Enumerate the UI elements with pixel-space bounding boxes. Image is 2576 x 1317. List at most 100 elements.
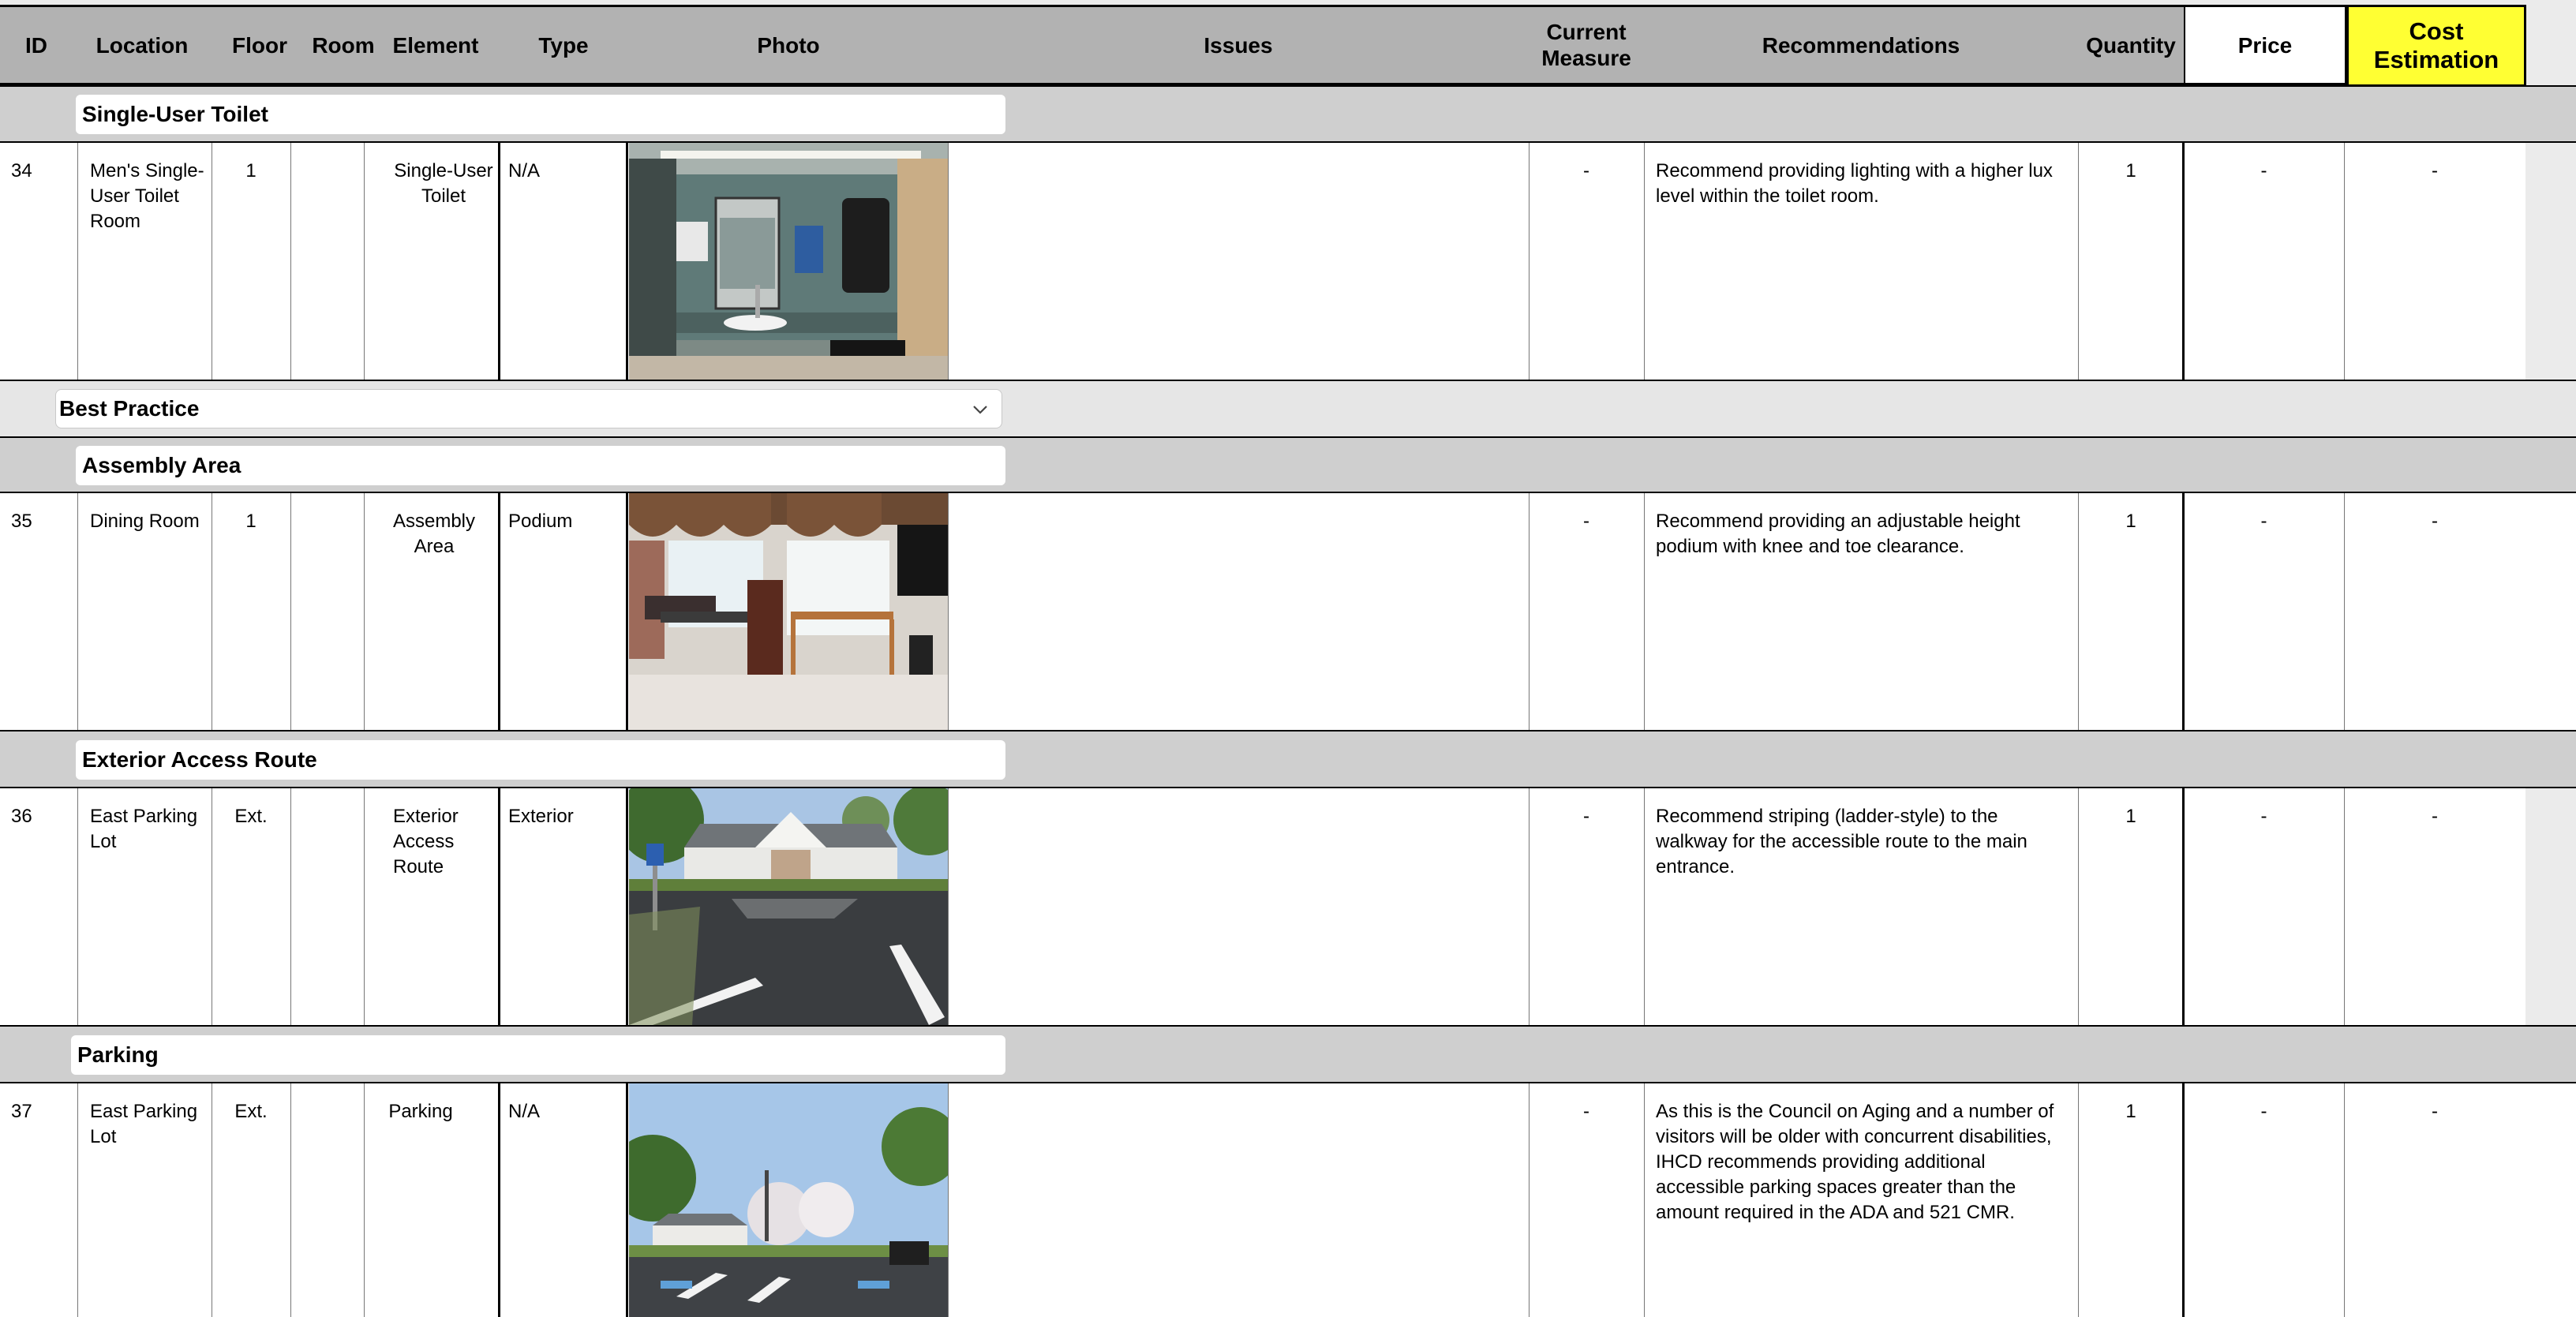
cell-floor: 1	[245, 160, 256, 181]
cell-type[interactable]: N/A	[498, 1083, 628, 1317]
col-header-cost-line1: Cost	[2409, 17, 2464, 45]
cell-type[interactable]: Exterior	[498, 788, 628, 1025]
column-divider	[364, 143, 365, 380]
col-header-current-measure-line2: Measure	[1541, 46, 1631, 70]
column-divider	[290, 143, 291, 380]
cell-cost: -	[2432, 806, 2438, 827]
col-header-element[interactable]: Element	[379, 7, 492, 83]
cell-id: 35	[11, 511, 32, 532]
column-divider	[77, 788, 78, 1025]
section-label: Assembly Area	[76, 446, 1005, 485]
column-divider	[364, 493, 365, 730]
cell-id: 37	[11, 1101, 32, 1122]
cell-floor: 1	[245, 511, 256, 532]
table-row[interactable]: 35 Dining Room 1 Assembly Area Podium - …	[0, 493, 2576, 730]
chevron-down-icon	[973, 406, 987, 414]
column-divider	[1644, 788, 1645, 1025]
cell-type-text: N/A	[508, 160, 541, 181]
column-divider	[77, 1083, 78, 1317]
cell-current-measure: -	[1583, 511, 1589, 532]
dining-room-podium-photo-image	[629, 493, 948, 730]
cell-type-text: Exterior	[508, 806, 574, 827]
cell-quantity: 1	[2125, 160, 2136, 181]
cell-location: Dining Room	[90, 511, 200, 532]
parking-lot-walkway-photo-image	[629, 788, 948, 1025]
cell-current-measure: -	[1583, 160, 1589, 181]
best-practice-dropdown-label: Best Practice	[59, 396, 200, 421]
cell-type[interactable]: Podium	[498, 493, 628, 730]
table-row[interactable]: 34 Men's Single-User Toilet Room 1 Singl…	[0, 143, 2525, 380]
section-band-best-practice: Best Practice	[0, 380, 2576, 438]
cell-type-text: N/A	[508, 1101, 541, 1122]
column-divider	[948, 143, 949, 380]
column-divider	[290, 493, 291, 730]
col-header-quantity[interactable]: Quantity	[2078, 7, 2184, 83]
col-header-recommendations[interactable]: Recommendations	[1644, 7, 2078, 83]
column-divider	[1644, 143, 1645, 380]
cell-recommendation: Recommend providing lighting with a high…	[1656, 160, 2053, 207]
col-header-photo[interactable]: Photo	[629, 7, 948, 83]
cell-location: East Parking Lot	[90, 1101, 198, 1147]
cell-location: East Parking Lot	[90, 806, 198, 852]
cell-current-measure: -	[1583, 806, 1589, 827]
cell-price: -	[2260, 511, 2267, 532]
cell-recommendation: As this is the Council on Aging and a nu…	[1656, 1101, 2054, 1223]
column-divider	[290, 788, 291, 1025]
cell-price: -	[2260, 806, 2267, 827]
cell-price: -	[2260, 160, 2267, 181]
dining-room-podium-photo[interactable]	[629, 493, 948, 730]
col-header-cost-line2: Estimation	[2373, 46, 2499, 73]
section-band-parking: Parking	[0, 1025, 2576, 1083]
col-header-type[interactable]: Type	[498, 7, 629, 83]
cell-floor: Ext.	[234, 806, 268, 827]
table-canvas: ID Location Floor Room Element Type Phot…	[0, 0, 2576, 1317]
col-header-current-measure[interactable]: Current Measure	[1529, 7, 1644, 83]
section-label: Exterior Access Route	[76, 740, 1005, 780]
cell-element: Parking	[388, 1101, 453, 1122]
column-divider	[948, 1083, 949, 1317]
column-divider	[948, 493, 949, 730]
cell-recommendation: Recommend striping (ladder-style) to the…	[1656, 806, 2027, 877]
col-header-id[interactable]: ID	[0, 7, 73, 83]
section-band-single-user-toilet: Single-User Toilet	[0, 85, 2576, 143]
section-band-exterior-access-route: Exterior Access Route	[0, 730, 2576, 788]
col-header-issues[interactable]: Issues	[948, 7, 1529, 83]
cell-type[interactable]: N/A	[498, 143, 628, 380]
cell-cost: -	[2432, 1101, 2438, 1122]
column-divider	[77, 493, 78, 730]
column-divider	[364, 1083, 365, 1317]
cell-current-measure: -	[1583, 1101, 1589, 1122]
cell-price: -	[2260, 1101, 2267, 1122]
table-row[interactable]: 36 East Parking Lot Ext. Exterior Access…	[0, 788, 2525, 1025]
column-divider	[948, 788, 949, 1025]
section-label: Single-User Toilet	[76, 95, 1005, 134]
cell-quantity: 1	[2125, 511, 2136, 532]
cell-element: Assembly Area	[392, 511, 476, 557]
parking-lot-building-photo-image	[629, 1083, 948, 1317]
best-practice-dropdown[interactable]: Best Practice	[55, 389, 1002, 428]
column-divider	[364, 788, 365, 1025]
parking-lot-walkway-photo[interactable]	[629, 788, 948, 1025]
table-row[interactable]: 37 East Parking Lot Ext. Parking N/A - A…	[0, 1083, 2576, 1317]
cell-element: Exterior Access Route	[393, 806, 459, 877]
col-header-room[interactable]: Room	[308, 7, 379, 83]
cell-id: 34	[11, 160, 32, 181]
cell-id: 36	[11, 806, 32, 827]
toilet-room-photo-image	[629, 143, 948, 380]
col-header-floor[interactable]: Floor	[212, 7, 308, 83]
column-divider	[1644, 493, 1645, 730]
col-header-location[interactable]: Location	[77, 7, 207, 83]
parking-lot-building-photo[interactable]	[629, 1083, 948, 1317]
cell-recommendation: Recommend providing an adjustable height…	[1656, 511, 2020, 557]
cell-location: Men's Single-User Toilet Room	[90, 160, 204, 232]
section-label: Parking	[71, 1035, 1005, 1075]
col-header-cost-estimation[interactable]: Cost Estimation	[2346, 5, 2526, 87]
table-header: ID Location Floor Room Element Type Phot…	[0, 5, 2526, 87]
col-header-price[interactable]: Price	[2184, 7, 2346, 83]
cell-cost: -	[2432, 160, 2438, 181]
cell-cost: -	[2432, 511, 2438, 532]
column-divider	[290, 1083, 291, 1317]
cell-element: Single-User Toilet	[394, 160, 493, 207]
section-band-assembly-area: Assembly Area	[0, 436, 2576, 493]
toilet-room-photo[interactable]	[629, 143, 948, 380]
